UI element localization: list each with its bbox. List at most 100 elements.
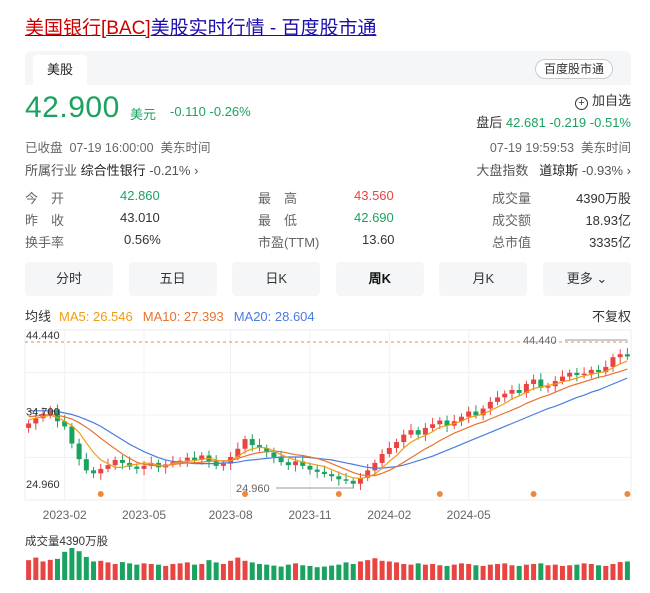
volume-bar [531,564,537,580]
candle-body [509,389,515,394]
candle-body [473,411,479,416]
volume-bar [256,564,262,580]
volume-bar [148,564,154,580]
volume-bar [357,561,363,580]
max-annotation: 44.440 [523,335,557,347]
volume-bar [264,564,270,580]
candle-body [134,466,140,469]
candle-body [141,465,147,469]
candle-body [408,430,414,435]
candle-body [192,457,198,460]
volume-bar [617,562,623,580]
candle-body [624,354,630,357]
volume-bar [163,565,169,580]
volume-bar [228,560,234,580]
candle-body [314,469,320,472]
volume-bar [437,565,443,580]
volume-bar [415,563,421,580]
volume-bar [40,561,46,580]
candle-body [249,439,255,446]
candle-body [617,354,623,358]
volume-bar [574,564,580,580]
ma5-line [28,360,628,480]
volume-bar [444,565,450,580]
volume-bar [206,560,212,580]
candle-body [386,448,392,454]
volume-bar [26,560,32,580]
volume-bar [235,557,241,580]
volume-bar [523,564,529,580]
volume-bar [545,565,551,580]
candle-body [285,462,291,466]
volume-bar [220,564,226,580]
event-marker [624,491,631,497]
event-marker [242,491,249,497]
volume-bar [184,562,190,580]
volume-bar [321,566,327,580]
event-marker [530,491,537,497]
candle-body [242,439,248,449]
candle-body [516,389,522,393]
candle-body [372,462,378,471]
volume-bar [480,565,486,580]
candle-body [105,465,111,469]
volume-bar [603,565,609,580]
candle-body [415,430,421,435]
candle-body [69,426,75,444]
volume-bar [487,564,493,580]
candle-body [119,459,125,463]
candle-body [502,393,508,398]
candle-body [394,442,400,449]
candle-body [567,372,573,377]
candle-body [321,471,327,475]
volume-bar [372,558,378,580]
volume-bar [624,561,630,580]
volume-bar [379,560,385,580]
volume-bar [567,565,573,580]
y-tick-label: 24.960 [26,479,60,491]
candle-body [83,459,89,471]
volume-bar [242,560,248,580]
volume-bar [473,565,479,580]
volume-bar [54,558,60,580]
volume-bar [134,564,140,580]
event-marker [335,491,342,497]
volume-bar [105,562,111,580]
volume-bar [509,565,515,580]
volume-bar [119,562,125,580]
candle-body [487,401,493,409]
candle-body [437,420,443,425]
volume-bar [307,565,313,580]
volume-bar [249,562,255,580]
candle-body [422,427,428,435]
x-tick-label: 2023-02 [43,508,87,522]
volume-bar [91,561,97,580]
volume-bar [293,563,299,580]
volume-bar [451,564,457,580]
candle-body [220,463,226,466]
candle-body [271,452,277,457]
volume-label: 成交量4390万股 [25,536,109,548]
candle-body [466,411,472,417]
x-tick-label: 2024-02 [367,508,411,522]
volume-bar [588,564,594,580]
candle-body [91,470,97,474]
candle-body [559,376,565,382]
volume-bar [343,562,349,580]
kline-chart[interactable]: 44.440 34.700 24.960 44.440 24.960 2023-02 202… [0,0,650,593]
volume-bar [98,560,104,580]
candle-body [430,424,436,428]
volume-bar [596,565,602,580]
candle-body [76,443,82,460]
volume-bar [559,565,565,580]
volume-bar [141,563,147,580]
candle-body [531,379,537,385]
volume-bar [350,564,356,580]
min-annotation: 24.960 [236,483,270,495]
volume-bar [314,567,320,580]
volume-bar [127,563,133,580]
volume-bar [192,564,198,580]
candle-body [574,372,580,376]
volume-bar [408,564,414,580]
event-marker [97,491,104,497]
